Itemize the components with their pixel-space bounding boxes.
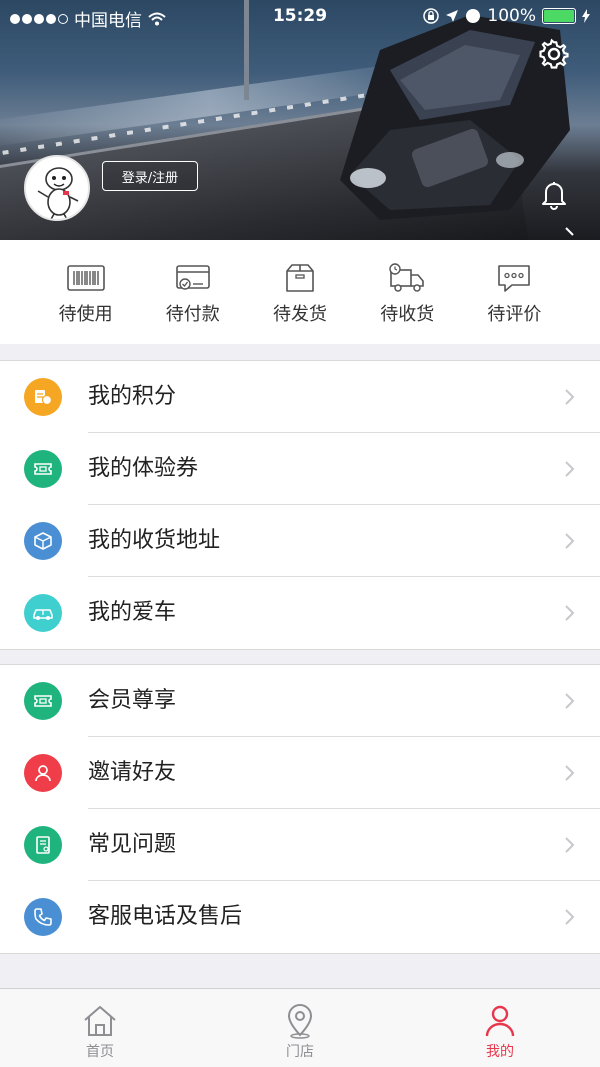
chevron-right-icon (565, 765, 575, 781)
order-status-row: 待使用 待付款 待发货 待收货 待评价 (0, 240, 600, 344)
card-icon (175, 265, 210, 290)
profile-icon (485, 1005, 515, 1037)
header-banner: 中国电信 15:29 100% 登录/注册 (0, 0, 600, 240)
charging-icon (582, 9, 590, 23)
menu-item-address[interactable]: 我的收货地址 (0, 505, 600, 577)
tab-mine-label: 我的 (486, 1044, 514, 1060)
order-pending-shipment-label: 待发货 (273, 304, 327, 325)
avatar[interactable] (24, 155, 90, 221)
chevron-right-icon (565, 605, 575, 621)
menu-item-coupons[interactable]: 我的体验券 (0, 433, 600, 505)
chevron-right-icon (565, 389, 575, 405)
tab-stores[interactable]: 门店 (200, 989, 400, 1067)
menu-item-points[interactable]: 我的积分 (0, 361, 600, 433)
location-arrow-icon (446, 10, 459, 22)
chevron-right-icon (565, 461, 575, 477)
chevron-right-icon (565, 533, 575, 549)
menu-item-label: 会员尊享 (88, 688, 177, 713)
comment-icon (498, 265, 531, 292)
ticket-icon (24, 682, 62, 720)
truck-icon (389, 263, 425, 292)
menu-item-customer-service[interactable]: 客服电话及售后 (0, 881, 600, 953)
chevron-right-icon (565, 909, 575, 925)
location-icon (287, 1004, 313, 1039)
status-bar: 中国电信 15:29 100% (0, 0, 600, 34)
menu-group-account: 我的积分 我的体验券 我的收货地址 我的爱车 (0, 360, 600, 650)
profile-page: 中国电信 15:29 100% 登录/注册 待使用 待付款 待发货 待收货 待评… (0, 0, 600, 1067)
order-pending-receipt[interactable]: 待收货 (354, 240, 461, 344)
menu-item-vip[interactable]: 会员尊享 (0, 665, 600, 737)
menu-group-services: 会员尊享 邀请好友 常见问题 客服电话及售后 (0, 664, 600, 954)
tab-home[interactable]: 首页 (0, 989, 200, 1067)
order-pending-use-label: 待使用 (58, 304, 113, 325)
document-icon (24, 826, 62, 864)
menu-item-label: 我的收货地址 (88, 528, 221, 553)
notification-bell-icon[interactable] (536, 176, 572, 212)
barcode-icon (66, 265, 105, 291)
package-icon (286, 264, 314, 292)
battery-percent: 100% (487, 6, 536, 26)
tab-stores-label: 门店 (286, 1044, 314, 1060)
box-icon (24, 522, 62, 560)
order-pending-payment-label: 待付款 (165, 304, 220, 325)
order-pending-review[interactable]: 待评价 (461, 240, 568, 344)
battery-icon (542, 8, 576, 24)
menu-item-label: 邀请好友 (88, 760, 177, 785)
chevron-right-icon (565, 693, 575, 709)
ticket-icon (24, 450, 62, 488)
menu-item-label: 客服电话及售后 (88, 904, 243, 929)
settings-gear-icon[interactable] (536, 36, 572, 72)
phone-icon (24, 898, 62, 936)
menu-item-label: 我的体验券 (88, 456, 199, 481)
rotation-lock-icon (423, 8, 440, 24)
menu-item-my-car[interactable]: 我的爱车 (0, 577, 600, 649)
tab-home-label: 首页 (86, 1044, 114, 1060)
order-pending-shipment[interactable]: 待发货 (246, 240, 353, 344)
alarm-icon (466, 9, 481, 23)
tab-mine[interactable]: 我的 (400, 989, 600, 1067)
user-icon (24, 754, 62, 792)
menu-item-faq[interactable]: 常见问题 (0, 809, 600, 881)
car-icon (24, 594, 62, 632)
status-right: 100% (423, 6, 590, 26)
order-pending-use[interactable]: 待使用 (32, 240, 139, 344)
points-icon (24, 378, 62, 416)
menu-item-label: 我的积分 (88, 384, 177, 409)
chevron-right-icon (565, 837, 575, 853)
order-pending-review-label: 待评价 (487, 304, 542, 325)
menu-item-invite-friends[interactable]: 邀请好友 (0, 737, 600, 809)
order-pending-receipt-label: 待收货 (380, 304, 435, 325)
menu-item-label: 常见问题 (88, 832, 177, 857)
banner-car-image (340, 15, 570, 220)
home-icon (84, 1006, 116, 1036)
banner-chevron-icon (565, 227, 574, 236)
menu-item-label: 我的爱车 (88, 600, 177, 625)
bottom-tab-bar: 首页 门店 我的 (0, 988, 600, 1067)
order-pending-payment[interactable]: 待付款 (139, 240, 246, 344)
login-register-button[interactable]: 登录/注册 (102, 161, 198, 191)
